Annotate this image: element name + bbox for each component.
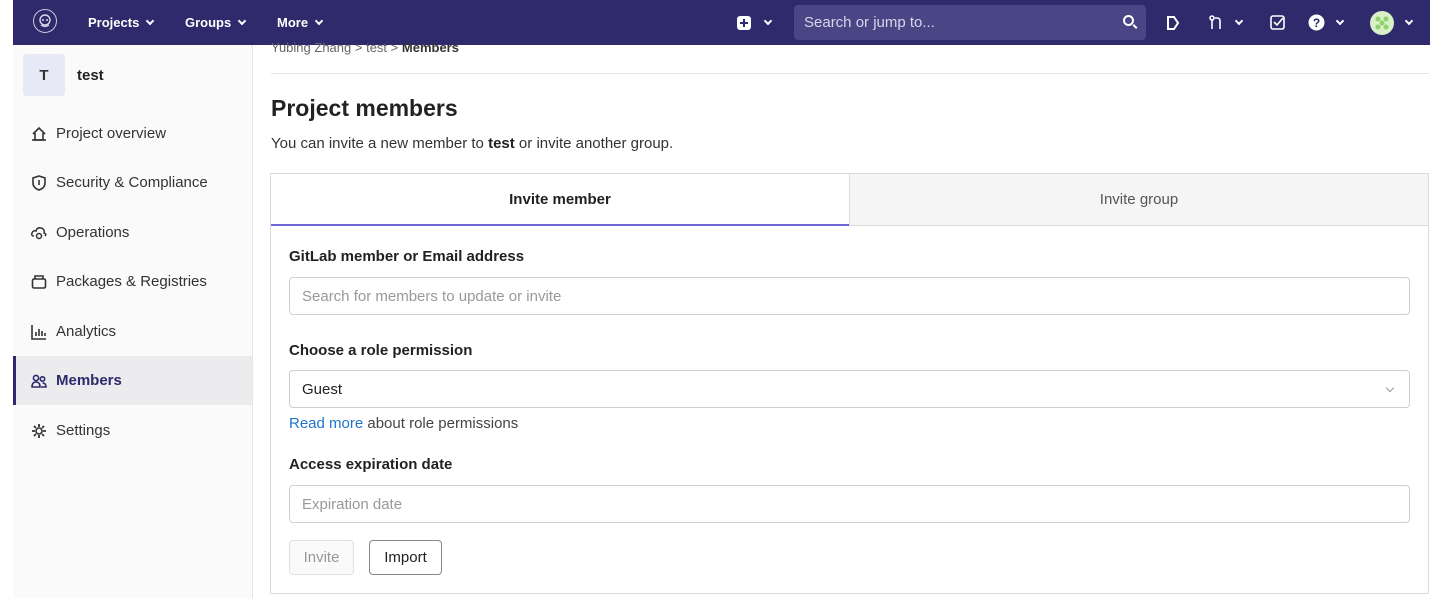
merge-requests-dropdown[interactable] xyxy=(1208,0,1244,45)
sidebar-item-label: Analytics xyxy=(56,323,117,340)
merge-request-icon xyxy=(1209,14,1221,29)
divider xyxy=(271,73,1429,74)
chevron-down-icon xyxy=(1385,383,1395,393)
sidebar-item-security-compliance[interactable]: Security & Compliance xyxy=(13,158,252,207)
help-icon: ? xyxy=(1308,14,1325,31)
tab-invite-member[interactable]: Invite member xyxy=(271,174,849,226)
plus-square-icon xyxy=(737,15,751,30)
role-help-text: Read more about role permissions xyxy=(289,415,518,432)
subtitle-text: or invite another group. xyxy=(514,135,674,152)
todos-button[interactable] xyxy=(1270,0,1285,45)
issues-icon xyxy=(1167,15,1180,30)
breadcrumb-project-link[interactable]: test xyxy=(366,40,387,55)
subtitle-text: You can invite a new member to xyxy=(271,135,489,152)
sidebar-item-settings[interactable]: Settings xyxy=(13,406,252,455)
role-select[interactable]: Guest xyxy=(289,370,1410,408)
shield-icon xyxy=(31,174,47,191)
sidebar-item-analytics[interactable]: Analytics xyxy=(13,307,252,356)
subtitle-project-name: test xyxy=(488,135,515,152)
app-window: Projects Groups More Search or jump to..… xyxy=(13,0,1430,598)
read-more-link[interactable]: Read more xyxy=(289,415,363,432)
todo-icon xyxy=(1270,15,1285,30)
sidebar-item-label: Security & Compliance xyxy=(56,174,208,191)
chevron-down-icon xyxy=(1404,16,1414,25)
invite-button[interactable]: Invite xyxy=(289,540,354,575)
import-button[interactable]: Import xyxy=(369,540,442,575)
sidebar-item-operations[interactable]: Operations xyxy=(13,208,252,257)
home-icon xyxy=(31,126,47,142)
sidebar-item-label: Packages & Registries xyxy=(56,273,207,290)
page-subtitle: You can invite a new member to test or i… xyxy=(271,135,673,152)
sidebar-item-label: Project overview xyxy=(56,125,167,142)
breadcrumb-current[interactable]: Members xyxy=(402,40,459,55)
expiration-field-label: Access expiration date xyxy=(289,456,453,473)
gitlab-logo-icon[interactable] xyxy=(33,9,57,33)
member-search-input[interactable] xyxy=(289,277,1410,315)
sidebar-item-members[interactable]: Members xyxy=(13,356,252,405)
page-title: Project members xyxy=(271,95,458,121)
chevron-down-icon xyxy=(1234,16,1244,25)
projects-menu[interactable]: Projects xyxy=(88,0,155,45)
issues-button[interactable] xyxy=(1165,0,1181,45)
chevron-down-icon xyxy=(146,16,155,25)
member-field-label: GitLab member or Email address xyxy=(289,248,525,265)
breadcrumb-separator: > xyxy=(354,40,363,55)
project-sidebar: T test Project overview Security & Compl… xyxy=(13,45,253,598)
top-navbar: Projects Groups More Search or jump to..… xyxy=(13,0,1430,45)
search-input[interactable]: Search or jump to... xyxy=(794,5,1146,40)
chart-icon xyxy=(31,324,47,340)
svg-text:?: ? xyxy=(1313,16,1320,30)
package-icon xyxy=(31,274,47,290)
role-selected-value: Guest xyxy=(302,380,343,398)
breadcrumb-owner-link[interactable]: Yubing Zhang xyxy=(271,40,351,55)
groups-menu[interactable]: Groups xyxy=(185,0,247,45)
new-item-dropdown[interactable] xyxy=(737,0,773,45)
cloud-gear-icon xyxy=(31,225,47,241)
sidebar-item-packages-registries[interactable]: Packages & Registries xyxy=(13,257,252,306)
users-icon xyxy=(31,373,47,389)
role-field-label: Choose a role permission xyxy=(289,342,473,359)
chevron-down-icon xyxy=(763,16,773,25)
breadcrumb-separator: > xyxy=(390,40,399,55)
breadcrumb: Yubing Zhang > test > Members xyxy=(271,40,459,55)
invite-card: Invite member Invite group GitLab member… xyxy=(270,173,1429,594)
user-menu-dropdown[interactable] xyxy=(1370,0,1414,45)
chevron-down-icon xyxy=(237,16,247,25)
sidebar-item-project-overview[interactable]: Project overview xyxy=(13,109,252,158)
help-dropdown[interactable]: ? xyxy=(1308,0,1345,45)
sidebar-item-label: Operations xyxy=(56,224,130,241)
sidebar-item-label: Members xyxy=(56,372,122,389)
project-avatar: T xyxy=(23,54,65,96)
search-placeholder: Search or jump to... xyxy=(804,14,935,31)
project-header[interactable]: T test xyxy=(23,54,104,96)
projects-label: Projects xyxy=(88,15,140,30)
search-icon xyxy=(1123,15,1134,26)
more-label: More xyxy=(277,15,309,30)
project-name: test xyxy=(77,66,104,84)
groups-label: Groups xyxy=(185,15,232,30)
sidebar-item-label: Settings xyxy=(56,422,111,439)
chevron-down-icon xyxy=(314,16,324,25)
tab-invite-group[interactable]: Invite group xyxy=(849,174,1428,226)
help-suffix: about role permissions xyxy=(363,415,519,432)
chevron-down-icon xyxy=(1335,16,1345,25)
gear-icon xyxy=(31,423,47,439)
avatar xyxy=(1370,10,1394,35)
expiration-date-input[interactable] xyxy=(289,485,1410,523)
more-menu[interactable]: More xyxy=(277,0,324,45)
